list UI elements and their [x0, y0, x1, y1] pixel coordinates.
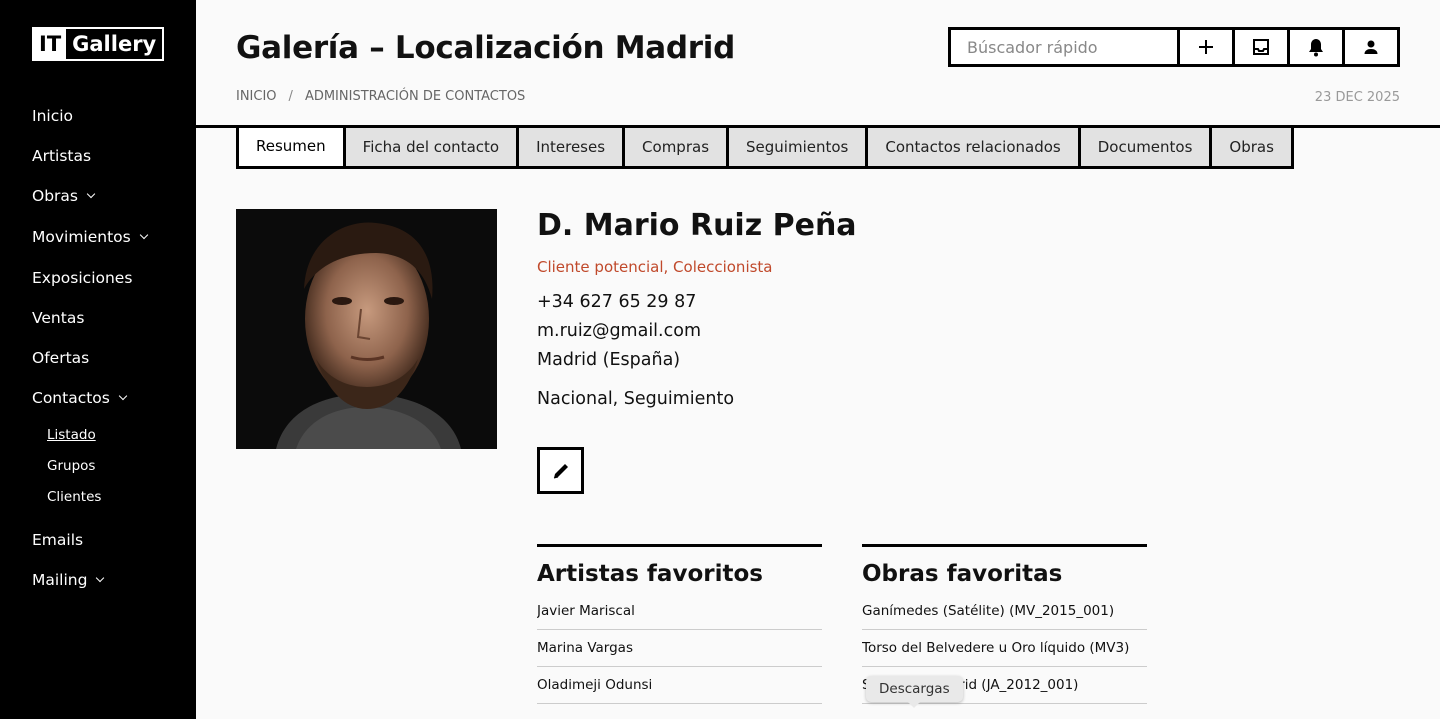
plus-icon [1199, 40, 1213, 54]
page-title: Galería – Localización Madrid [236, 30, 736, 66]
chevron-down-icon [96, 573, 105, 583]
contact-location: Madrid (España) [537, 350, 681, 370]
tab-seguimientos[interactable]: Seguimientos [729, 128, 869, 166]
sidebar-item-ofertas[interactable]: Ofertas [32, 349, 89, 367]
sidebar-subitem-listado[interactable]: Listado [47, 427, 96, 443]
tab-contactos-relacionados[interactable]: Contactos relacionados [868, 128, 1081, 166]
breadcrumb: INICIO / ADMINISTRACIÓN DE CONTACTOS [236, 89, 525, 104]
list-item[interactable]: Torso del Belvedere u Oro líquido (MV3) [862, 630, 1147, 667]
sidebar-item-label: Ofertas [32, 349, 90, 367]
favorite-works-title: Obras favoritas [862, 561, 1063, 587]
chevron-down-icon [118, 391, 128, 401]
chevron-down-icon [139, 230, 148, 240]
tab-documentos[interactable]: Documentos [1080, 128, 1213, 166]
tab-obras[interactable]: Obras [1212, 128, 1291, 166]
current-date: 23 DEC 2025 [1314, 90, 1400, 105]
edit-contact-button[interactable] [537, 447, 584, 494]
bell-icon [1309, 39, 1323, 57]
contact-tabs: Resumen Ficha del contacto Intereses Com… [236, 128, 1294, 169]
sidebar-item-mailing[interactable]: Mailing [32, 571, 105, 589]
sidebar-subitem-grupos[interactable]: Grupos [47, 458, 95, 474]
sidebar-item-ventas[interactable]: Ventas [32, 309, 84, 327]
sidebar-item-label: Emails [32, 531, 84, 549]
downloads-tooltip: Descargas [866, 676, 963, 708]
add-button[interactable] [1180, 30, 1235, 64]
sidebar-item-label: Mailing [32, 571, 88, 589]
favorite-artists-section: Artistas favoritos Javier Mariscal Marin… [537, 544, 822, 704]
sidebar-subitem-clientes[interactable]: Clientes [47, 489, 101, 505]
inbox-button[interactable] [1235, 30, 1290, 64]
sidebar-item-label: Exposiciones [32, 269, 133, 287]
sidebar-item-contactos[interactable]: Contactos [32, 389, 128, 407]
breadcrumb-inicio[interactable]: INICIO [236, 89, 277, 104]
search-input[interactable] [951, 30, 1180, 64]
list-item[interactable]: Javier Mariscal [537, 593, 822, 630]
breadcrumb-current: ADMINISTRACIÓN DE CONTACTOS [304, 89, 526, 104]
contact-name: D. Mario Ruiz Peña [537, 208, 857, 243]
logo-gallery: Gallery [72, 32, 157, 56]
contact-phone: +34 627 65 29 87 [537, 292, 697, 312]
sidebar-item-artistas[interactable]: Artistas [32, 147, 91, 165]
contact-type: Cliente potencial, Coleccionista [537, 258, 773, 276]
tab-ficha-del-contacto[interactable]: Ficha del contacto [345, 128, 520, 166]
logo-it: IT [34, 29, 67, 59]
top-toolbar [948, 27, 1400, 67]
inbox-icon [1253, 39, 1269, 55]
list-item[interactable]: Ganímedes (Satélite) (MV_2015_001) [862, 593, 1147, 630]
user-menu-button[interactable] [1345, 30, 1397, 64]
tab-compras[interactable]: Compras [625, 128, 730, 166]
sidebar-item-label: Ventas [32, 309, 85, 327]
sidebar-item-label: Movimientos [32, 228, 131, 246]
sidebar-item-label: Inicio [32, 107, 74, 125]
tab-intereses[interactable]: Intereses [519, 128, 626, 166]
sidebar-item-movimientos[interactable]: Movimientos [32, 228, 148, 246]
list-item[interactable]: Marina Vargas [537, 630, 822, 667]
list-item[interactable]: Oladimeji Odunsi [537, 667, 822, 704]
user-icon [1364, 40, 1378, 54]
sidebar-item-obras[interactable]: Obras [32, 187, 96, 205]
pencil-icon [553, 463, 568, 478]
sidebar-item-label: Obras [32, 187, 78, 205]
app-logo[interactable]: IT Gallery [32, 27, 164, 61]
sidebar-item-emails[interactable]: Emails [32, 531, 83, 549]
contact-tags: Nacional, Seguimiento [537, 389, 735, 409]
chevron-down-icon [86, 189, 96, 199]
contact-photo [236, 209, 497, 449]
sidebar-item-label: Contactos [32, 389, 110, 407]
breadcrumb-separator: / [288, 89, 293, 104]
sidebar-item-exposiciones[interactable]: Exposiciones [32, 269, 132, 287]
notifications-button[interactable] [1290, 30, 1345, 64]
contact-email[interactable]: m.ruiz@gmail.com [537, 321, 701, 341]
sidebar-item-label: Artistas [32, 147, 92, 165]
sidebar: IT Gallery Inicio Artistas Obras Movimie… [0, 0, 196, 719]
portrait-image [236, 209, 497, 449]
favorite-artists-title: Artistas favoritos [537, 561, 763, 587]
tab-resumen[interactable]: Resumen [239, 128, 346, 166]
sidebar-item-inicio[interactable]: Inicio [32, 107, 73, 125]
